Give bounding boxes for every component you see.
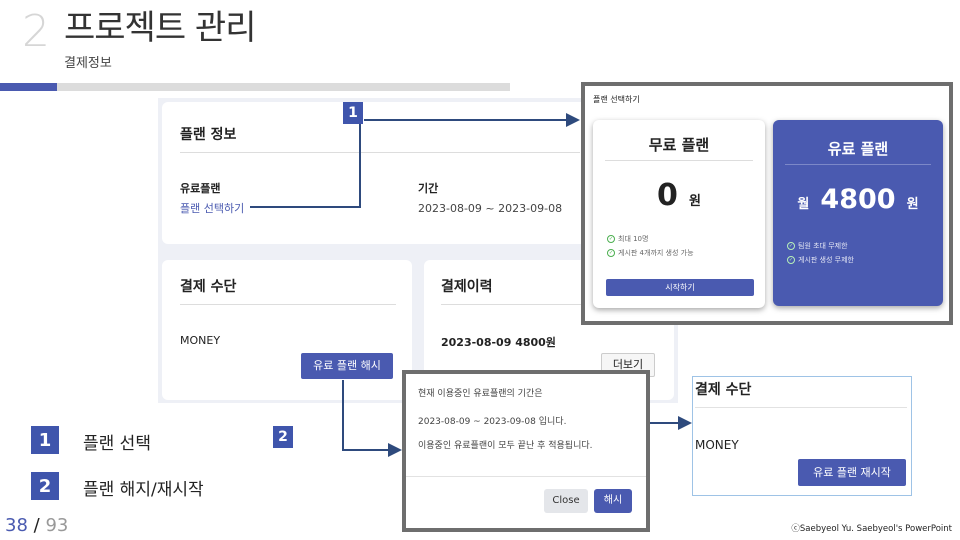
- free-plan-unit: 원: [689, 194, 701, 209]
- paid-plan-card[interactable]: 유료 플랜 월 4800 원 ✓ 팀원 초대 무제한 ✓ 게시판 생성 무제한: [773, 120, 943, 306]
- callout-badge-1: 1: [343, 102, 363, 124]
- divider: [605, 160, 753, 161]
- close-button[interactable]: Close: [544, 489, 588, 513]
- paid-plan-price-row: 월 4800 원: [773, 184, 943, 215]
- arrow-to-cancel-modal: [342, 380, 402, 457]
- confirm-cancel-button[interactable]: 해시: [594, 489, 632, 513]
- paid-plan-feature: ✓ 게시판 생성 무제한: [787, 256, 854, 264]
- free-plan-feature: ✓ 게시판 4개까지 생성 가능: [607, 249, 694, 257]
- check-icon: ✓: [607, 235, 615, 243]
- divider: [406, 476, 646, 477]
- result-payment-card: 결제 수단 MONEY 유료 플랜 재시작: [692, 376, 912, 496]
- paid-plan-price: 4800: [820, 184, 896, 215]
- arrow-from-plan-link: [250, 120, 361, 208]
- divider: [695, 407, 907, 408]
- result-card-title: 결제 수단: [695, 382, 752, 398]
- check-icon: ✓: [787, 242, 795, 250]
- page-number: 38 / 93: [5, 515, 68, 536]
- free-plan-title: 무료 플랜: [648, 136, 710, 154]
- check-icon: ✓: [607, 249, 615, 257]
- legend-number: 1: [31, 426, 59, 454]
- page-separator: /: [33, 515, 40, 536]
- paid-plan-prefix: 월: [797, 197, 810, 212]
- free-plan-price-row: 0 원: [593, 178, 765, 213]
- paid-plan-title: 유료 플랜: [827, 140, 889, 158]
- cancel-confirm-modal: 현재 이용중인 유료플랜의 기간은 2023-08-09 ~ 2023-09-0…: [402, 370, 650, 532]
- callout-badge-2: 2: [273, 426, 293, 448]
- restart-plan-button[interactable]: 유료 플랜 재시작: [798, 459, 906, 486]
- free-plan-card[interactable]: 무료 플랜 0 원 ✓ 최대 10명 ✓ 게시판 4개까지 생성 가능 시작하기: [593, 120, 765, 308]
- free-plan-price: 0: [657, 178, 678, 213]
- cancel-message-line1: 현재 이용중인 유료플랜의 기간은: [418, 389, 543, 399]
- page-current: 38: [5, 515, 28, 536]
- result-card-method: MONEY: [695, 438, 739, 452]
- check-icon: ✓: [787, 256, 795, 264]
- paid-plan-unit: 원: [906, 197, 919, 212]
- divider: [785, 164, 931, 165]
- credit-text: ⓒSaebyeol Yu. Saebyeol's PowerPoint: [791, 524, 952, 534]
- legend-number: 2: [31, 472, 59, 500]
- free-plan-feature: ✓ 최대 10명: [607, 235, 649, 243]
- page-total: 93: [45, 515, 69, 536]
- legend-label: 플랜 선택: [83, 434, 151, 454]
- cancel-message-line3: 이용중인 유료플랜이 모두 끝난 후 적용됩니다.: [418, 441, 593, 451]
- paid-plan-feature: ✓ 팀원 초대 무제한: [787, 242, 848, 250]
- cancel-message-line2: 2023-08-09 ~ 2023-09-08 입니다.: [418, 417, 567, 427]
- plan-modal-header: 플랜 선택하기: [593, 95, 640, 104]
- free-plan-start-button[interactable]: 시작하기: [606, 279, 754, 296]
- legend-label: 플랜 해지/재시작: [83, 480, 204, 500]
- plan-select-modal: 플랜 선택하기 무료 플랜 0 원 ✓ 최대 10명 ✓ 게시판 4개까지 생성…: [581, 82, 953, 325]
